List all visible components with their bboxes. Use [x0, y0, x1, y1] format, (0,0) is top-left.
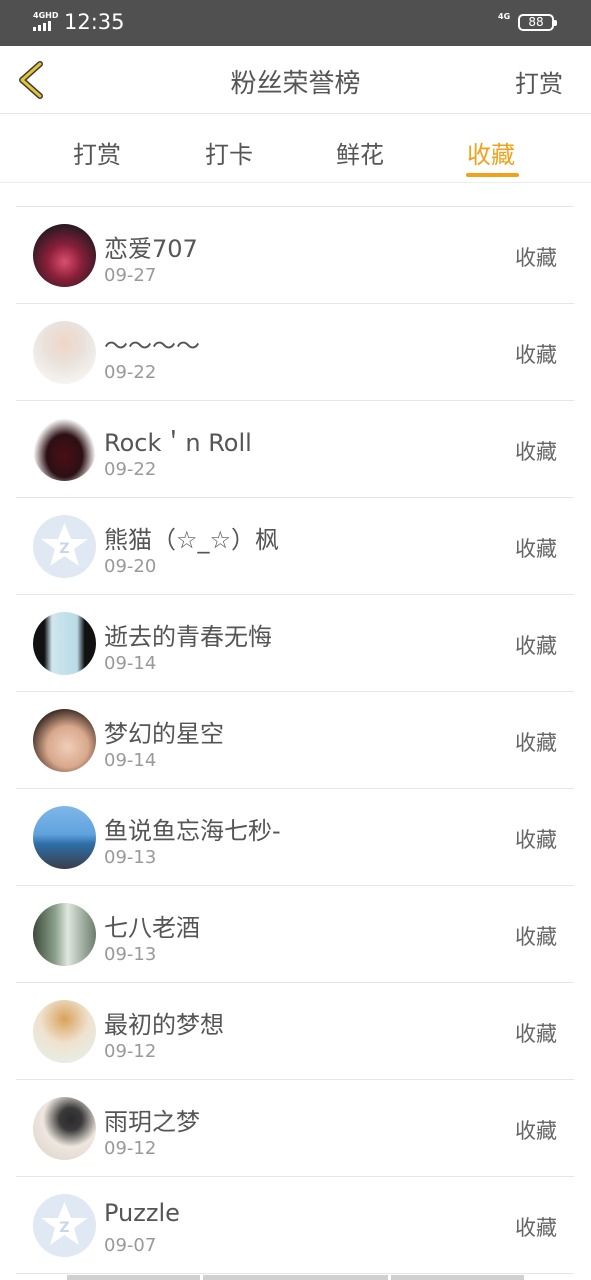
item-action-label: 收藏	[515, 1119, 557, 1143]
item-date: 09-13	[104, 847, 157, 868]
item-date: 09-12	[104, 1041, 157, 1062]
list-item[interactable]: ～～～～ 09-22 收藏	[16, 304, 574, 401]
item-name: 熊猫（☆_☆）枫	[104, 526, 280, 554]
avatar	[33, 903, 96, 966]
list-item[interactable]: 09-27	[16, 184, 574, 207]
item-action-label: 收藏	[515, 828, 557, 852]
network-type-right: 4G	[498, 12, 511, 21]
item-name: 恋爱707	[104, 235, 198, 263]
item-action-label: 收藏	[515, 343, 557, 367]
svg-text:Z: Z	[59, 1220, 69, 1236]
scroll-indicator	[203, 1275, 388, 1280]
avatar	[33, 709, 96, 772]
item-action-label: 收藏	[515, 925, 557, 949]
item-action-label: 收藏	[515, 731, 557, 755]
list-item[interactable]: 七八老酒 09-13 收藏	[16, 886, 574, 983]
item-action-label: 收藏	[515, 440, 557, 464]
scroll-indicator	[67, 1275, 200, 1280]
page-title: 粉丝荣誉榜	[230, 69, 361, 99]
tab-checkin[interactable]: 打卡	[205, 135, 253, 170]
item-date: 09-13	[104, 944, 157, 965]
item-date: 09-07	[104, 1235, 157, 1256]
item-name: 鱼说鱼忘海七秒-	[104, 817, 281, 845]
list-item[interactable]: 雨玥之梦 09-12 收藏	[16, 1080, 574, 1177]
item-action-label: 收藏	[515, 246, 557, 270]
item-date: 09-14	[104, 653, 157, 674]
fan-list[interactable]: 09-27 恋爱707 09-27 收藏 ～～～～ 09-22 收藏 Rock＇…	[0, 184, 591, 1280]
battery-icon: 88	[518, 14, 557, 31]
list-item[interactable]: Z Puzzle 09-07 收藏	[16, 1177, 574, 1274]
item-date: 09-20	[104, 556, 157, 577]
avatar	[33, 418, 96, 481]
avatar	[33, 612, 96, 675]
item-date: 09-27	[104, 184, 156, 187]
item-date: 09-27	[104, 265, 157, 286]
item-name: Rock＇n Roll	[104, 429, 252, 457]
item-action-label: 收藏	[515, 634, 557, 658]
avatar	[33, 1097, 96, 1160]
list-item[interactable]: Rock＇n Roll 09-22 收藏	[16, 401, 574, 498]
list-item[interactable]: 逝去的青春无悔 09-14 收藏	[16, 595, 574, 692]
item-name: 梦幻的星空	[104, 720, 224, 748]
tab-bar: 打赏 打卡 鲜花 收藏	[0, 115, 591, 183]
clock: 12:35	[64, 10, 125, 34]
default-avatar-icon: Z	[33, 515, 96, 578]
item-action-label: 收藏	[515, 1022, 557, 1046]
default-avatar-icon: Z	[33, 1194, 96, 1257]
active-tab-indicator	[466, 173, 519, 177]
svg-text:Z: Z	[59, 541, 69, 557]
item-date: 09-14	[104, 750, 157, 771]
item-name: 最初的梦想	[104, 1011, 224, 1039]
item-date: 09-22	[104, 459, 157, 480]
header-bar: 粉丝荣誉榜 打赏	[0, 46, 591, 114]
item-action-label: 收藏	[515, 537, 557, 561]
status-bar: 4GHD 12:35 4G 88	[0, 0, 591, 46]
item-action-label: 收藏	[515, 1216, 557, 1240]
avatar	[33, 806, 96, 869]
item-name: 雨玥之梦	[104, 1108, 200, 1136]
item-name: 逝去的青春无悔	[104, 623, 272, 651]
signal-icon: 4GHD	[33, 11, 59, 33]
item-name: ～～～～	[104, 332, 200, 360]
network-type-left: 4GHD	[33, 11, 59, 20]
avatar	[33, 1000, 96, 1063]
list-item[interactable]: 梦幻的星空 09-14 收藏	[16, 692, 574, 789]
list-item[interactable]: 恋爱707 09-27 收藏	[16, 207, 574, 304]
list-item[interactable]: Z 熊猫（☆_☆）枫 09-20 收藏	[16, 498, 574, 595]
item-name: 七八老酒	[104, 914, 200, 942]
list-item[interactable]: 鱼说鱼忘海七秒- 09-13 收藏	[16, 789, 574, 886]
list-item[interactable]: 最初的梦想 09-12 收藏	[16, 983, 574, 1080]
item-name: Puzzle	[104, 1199, 180, 1227]
tab-flowers[interactable]: 鲜花	[336, 135, 384, 170]
tab-reward[interactable]: 打赏	[73, 135, 121, 170]
reward-button[interactable]: 打赏	[515, 64, 563, 99]
tab-favorites[interactable]: 收藏	[467, 135, 515, 170]
avatar	[33, 224, 96, 287]
item-date: 09-12	[104, 1138, 157, 1159]
avatar	[33, 321, 96, 384]
item-date: 09-22	[104, 362, 157, 383]
scroll-indicator	[391, 1275, 524, 1280]
